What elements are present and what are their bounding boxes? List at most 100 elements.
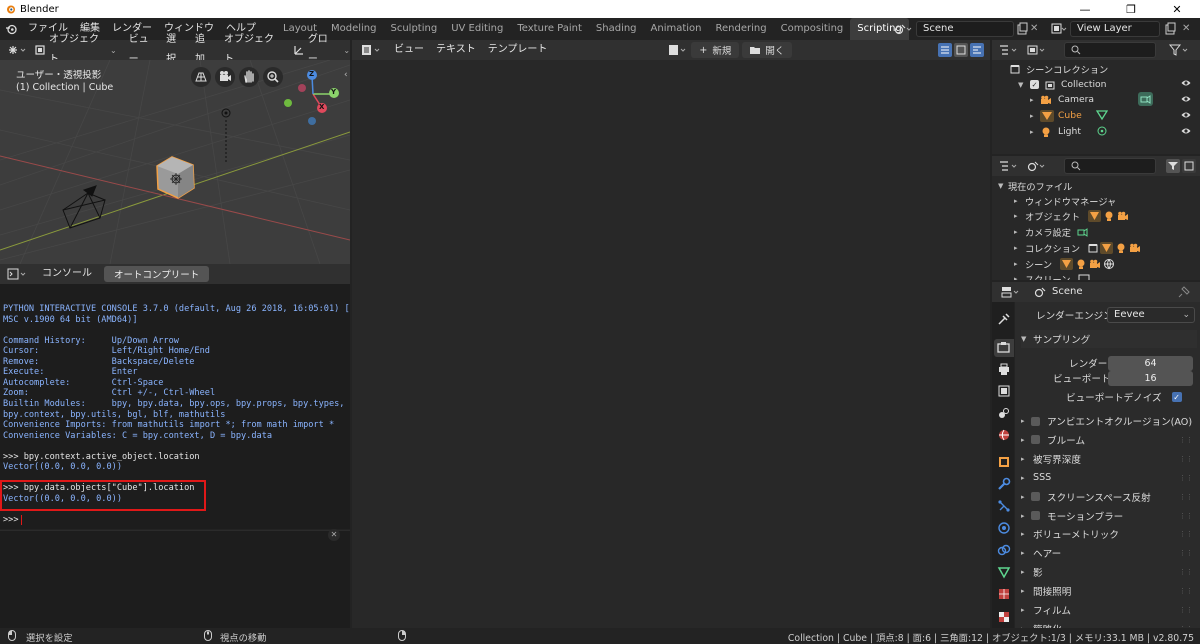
tab-uv-editing[interactable]: UV Editing (444, 18, 510, 40)
panel-close-icon[interactable]: ✕ (328, 529, 340, 541)
text-new-button[interactable]: + 新規 (691, 42, 740, 58)
text-text-menu[interactable]: テキスト (430, 40, 482, 60)
expand-arrow-icon[interactable]: ▸ (1021, 568, 1031, 576)
close-button[interactable]: ✕ (1154, 0, 1200, 18)
collection-row[interactable]: ▼ ✓ Collection (1018, 77, 1106, 92)
panel-header-0[interactable]: ▸ アンビエントオクルージョン(AO) ⋮⋮ (1021, 412, 1197, 430)
expand-arrow-icon[interactable]: ▸ (1021, 474, 1031, 482)
scene-field[interactable]: Scene (916, 21, 1014, 37)
tab-compositing[interactable]: Compositing (774, 18, 851, 40)
view-layer-icon[interactable] (1050, 21, 1068, 37)
3d-viewport[interactable]: X Y Z ユーザー・透視投影 (1) Collection | Cube ‹ (0, 60, 350, 264)
line-numbers-toggle-icon[interactable] (938, 43, 952, 57)
properties-editor-type-icon[interactable] (1000, 285, 1022, 299)
scene-tab-icon[interactable] (997, 406, 1011, 420)
camera-data-icon[interactable] (1138, 92, 1153, 106)
filter-icon[interactable] (1168, 43, 1190, 57)
camera-visibility-eye-icon[interactable] (1181, 94, 1191, 104)
mesh-data-icon[interactable] (1096, 109, 1108, 121)
console-lower-area[interactable]: ✕ (0, 529, 350, 628)
expand-arrow-icon[interactable]: ▸ (1014, 260, 1025, 268)
collection-visibility-eye-icon[interactable] (1181, 78, 1191, 88)
texture-tab-icon[interactable] (997, 610, 1011, 624)
drag-handle-icon[interactable]: ⋮⋮ (1179, 512, 1193, 520)
panel-header-10[interactable]: ▸ フィルム ⋮⋮ (1021, 601, 1197, 619)
drag-handle-icon[interactable]: ⋮⋮ (1179, 568, 1193, 576)
console-editor-type-icon[interactable] (6, 267, 30, 281)
panel-enable-checkbox[interactable] (1031, 435, 1040, 445)
drag-handle-icon[interactable]: ⋮⋮ (1179, 530, 1193, 538)
mesh-data-tab-icon[interactable] (997, 565, 1011, 579)
blendfile-search-input[interactable] (1064, 158, 1156, 174)
view-layer-field[interactable]: View Layer (1070, 21, 1160, 37)
drag-handle-icon[interactable]: ⋮⋮ (1179, 474, 1193, 482)
blendfile-filter-icon[interactable] (1166, 159, 1180, 173)
expand-arrow-icon[interactable]: ▸ (1021, 530, 1031, 538)
render-tab-icon[interactable] (994, 339, 1014, 357)
panel-header-8[interactable]: ▸ 影 ⋮⋮ (1021, 563, 1197, 581)
transform-orientation-icon[interactable] (293, 44, 305, 56)
expand-arrow-icon[interactable]: ▸ (1021, 512, 1031, 520)
word-wrap-toggle-icon[interactable] (954, 43, 968, 57)
expand-arrow-icon[interactable]: ▸ (1014, 228, 1025, 236)
tab-rendering[interactable]: Rendering (709, 18, 774, 40)
view-layer-tab-icon[interactable] (997, 384, 1011, 398)
tab-shading[interactable]: Shading (589, 18, 644, 40)
outliner-light-row[interactable]: ▸ Light (1030, 124, 1107, 139)
scenes-row[interactable]: ▸ シーン (1014, 256, 1115, 271)
zoom-view-icon[interactable] (263, 67, 283, 87)
viewport-samples-field[interactable]: 16 (1108, 371, 1193, 386)
light-data-icon[interactable] (1096, 125, 1108, 137)
physics-tab-icon[interactable] (997, 521, 1011, 535)
drag-handle-icon[interactable]: ⋮⋮ (1179, 455, 1193, 463)
tab-autocomplete[interactable]: オートコンプリート (104, 266, 210, 282)
expand-arrow-icon[interactable]: ▸ (1021, 417, 1031, 425)
blendfile-tree[interactable]: ▼ 現在のファイル ▸ ウィンドウマネージャ ▸ オブジェクト ▸ カメラ設定 … (992, 176, 1200, 280)
constraints-tab-icon[interactable] (997, 543, 1011, 557)
pin-icon[interactable] (1178, 286, 1190, 298)
panel-header-3[interactable]: ▸ SSS ⋮⋮ (1021, 469, 1197, 487)
blendfile-mode-icon[interactable] (1026, 159, 1048, 173)
text-editor-type-icon[interactable] (360, 43, 384, 57)
syntax-highlight-toggle-icon[interactable] (970, 43, 984, 57)
screens-row[interactable]: ▸ スクリーン (1014, 271, 1090, 280)
panel-header-9[interactable]: ▸ 間接照明 ⋮⋮ (1021, 582, 1197, 600)
expand-arrow-icon[interactable]: ▸ (1030, 96, 1038, 104)
window-manager-row[interactable]: ▸ ウィンドウマネージャ (1014, 193, 1116, 208)
collapse-arrow-icon[interactable]: ▼ (1021, 335, 1031, 343)
world-tab-icon[interactable] (997, 428, 1011, 442)
outliner-cube-row[interactable]: ▸ Cube (1030, 108, 1108, 123)
particles-tab-icon[interactable] (997, 499, 1011, 513)
outliner-editor-type-icon[interactable] (998, 43, 1020, 57)
remove-scene-icon[interactable]: ✕ (1030, 22, 1040, 36)
display-mode-icon[interactable] (1026, 43, 1048, 57)
tab-console[interactable]: コンソール (36, 264, 98, 284)
tab-animation[interactable]: Animation (644, 18, 709, 40)
collapse-arrow-icon[interactable]: ▼ (998, 182, 1008, 190)
expand-arrow-icon[interactable]: ▸ (1021, 493, 1031, 501)
collapse-arrow-icon[interactable]: ▼ (1018, 81, 1026, 89)
output-tab-icon[interactable] (997, 362, 1011, 376)
render-samples-field[interactable]: 64 (1108, 356, 1193, 371)
panel-header-4[interactable]: ▸ スクリーンスペース反射 ⋮⋮ (1021, 488, 1197, 506)
panel-header-5[interactable]: ▸ モーションブラー ⋮⋮ (1021, 507, 1197, 525)
expand-arrow-icon[interactable]: ▸ (1014, 244, 1025, 252)
light-object[interactable] (221, 108, 231, 164)
sampling-panel-header[interactable]: ▼ サンプリング (1021, 330, 1197, 348)
expand-arrow-icon[interactable]: ▸ (1030, 128, 1038, 136)
drag-handle-icon[interactable]: ⋮⋮ (1179, 493, 1193, 501)
text-open-button[interactable]: 開く (742, 42, 793, 58)
panel-header-2[interactable]: ▸ 被写界深度 ⋮⋮ (1021, 450, 1197, 468)
collection-checkbox[interactable]: ✓ (1030, 80, 1039, 89)
scene-collection-row[interactable]: シーンコレクション (1010, 61, 1108, 76)
tool-tab-icon[interactable] (997, 312, 1011, 326)
object-tab-icon[interactable] (997, 455, 1011, 469)
object-mode-icon[interactable] (34, 44, 46, 56)
expand-arrow-icon[interactable]: ▸ (1021, 436, 1031, 444)
toggle-perspective-icon[interactable] (191, 67, 211, 87)
panel-enable-checkbox[interactable] (1031, 416, 1040, 426)
text-view-menu[interactable]: ビュー (388, 40, 430, 60)
panel-header-6[interactable]: ▸ ボリューメトリック ⋮⋮ (1021, 525, 1197, 543)
outliner-camera-row[interactable]: ▸ Camera (1030, 92, 1153, 107)
panel-enable-checkbox[interactable] (1031, 492, 1040, 502)
